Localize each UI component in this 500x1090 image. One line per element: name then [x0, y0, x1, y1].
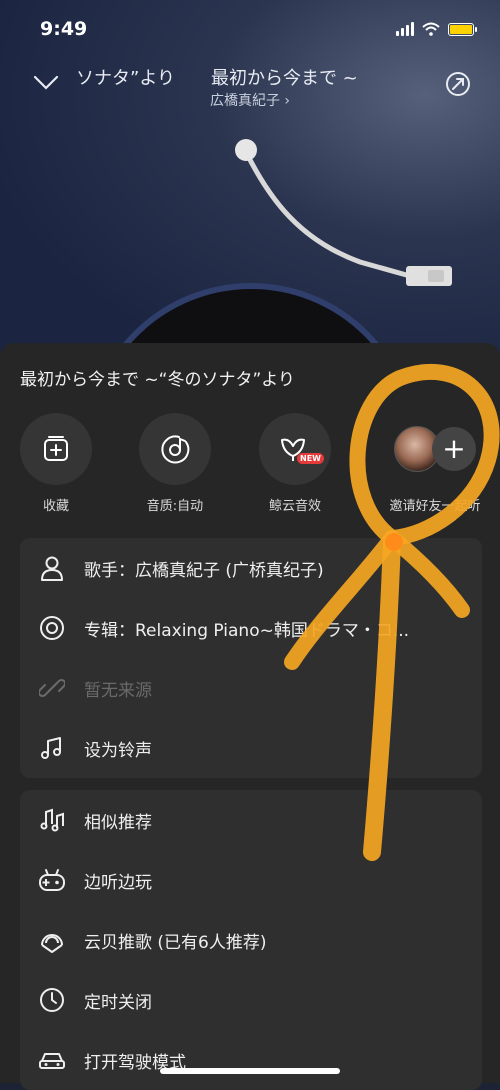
- album-row[interactable]: 专辑：Relaxing Piano~韩国ドラマ・コ...: [20, 598, 482, 658]
- home-indicator[interactable]: [160, 1068, 340, 1074]
- play-game-row[interactable]: 边听边玩: [20, 850, 482, 910]
- sheet-song-title: 最初から今まで ~“冬のソナタ”より: [20, 370, 295, 390]
- add-to-playlist-icon: [44, 436, 68, 461]
- invite-label: 邀请好友一起听: [389, 499, 481, 514]
- collect-button[interactable]: 收藏: [0, 413, 116, 514]
- sleep-timer-row[interactable]: 定时关闭: [20, 970, 482, 1030]
- collect-label: 收藏: [42, 499, 69, 514]
- similar-music-icon: [40, 808, 64, 832]
- cloud-shell-row[interactable]: 云贝推歌 (已有6人推荐): [20, 910, 482, 970]
- new-badge: NEW: [297, 453, 324, 464]
- chevron-down-icon[interactable]: [32, 72, 60, 92]
- source-row: 暂无来源: [20, 658, 482, 718]
- clock-icon: [40, 988, 64, 1012]
- ringtone-icon: [41, 737, 61, 759]
- source-row-label: 暂无来源: [84, 680, 152, 701]
- cloud-shell-row-label: 云贝推歌 (已有6人推荐): [84, 932, 267, 953]
- gamepad-icon: [39, 869, 65, 891]
- sleep-timer-row-label: 定时关闭: [84, 992, 152, 1013]
- signal-icon: [396, 22, 414, 36]
- wifi-icon: [422, 22, 440, 36]
- invite-friend-button[interactable]: + 邀请好友一起听: [365, 413, 500, 514]
- song-title: ソナタ”より 最初から今まで ~: [76, 68, 358, 89]
- album-row-label: 专辑：Relaxing Piano~韩国ドラマ・コ...: [84, 620, 410, 641]
- player-header: ソナタ”より 最初から今まで ~ 広橋真紀子 ›: [0, 62, 500, 112]
- quality-icon: [161, 435, 190, 464]
- ringtone-row[interactable]: 设为铃声: [20, 718, 482, 778]
- album-icon: [40, 616, 64, 640]
- car-icon: [39, 1053, 65, 1069]
- ringtone-row-label: 设为铃声: [84, 740, 152, 761]
- invite-plus-icon: +: [432, 427, 476, 471]
- sound-effect-label: 鲸云音效: [268, 499, 321, 514]
- song-options-sheet: 最初から今まで ~“冬のソナタ”より 收藏 音质:自动 NEW 鲸云音效 + 邀…: [0, 343, 500, 1090]
- sound-effect-button[interactable]: NEW 鲸云音效: [235, 413, 355, 514]
- link-icon: [39, 678, 65, 698]
- quality-button[interactable]: 音质:自动: [115, 413, 235, 514]
- person-icon: [41, 556, 63, 581]
- status-bar: 9:49: [0, 0, 500, 58]
- quality-label: 音质:自动: [146, 499, 204, 514]
- song-info-card: 歌手：広橋真紀子 (广桥真纪子) 专辑：Relaxing Piano~韩国ドラマ…: [20, 538, 482, 778]
- share-icon[interactable]: [444, 70, 472, 98]
- more-options-card: 相似推荐 边听边玩 云贝推歌 (已有6人推荐) 定时关闭 打开驾驶模式: [20, 790, 482, 1090]
- cloud-shell-icon: [41, 934, 63, 953]
- play-game-row-label: 边听边玩: [84, 872, 152, 893]
- status-time: 9:49: [40, 18, 88, 40]
- artist-row[interactable]: 歌手：広橋真紀子 (广桥真纪子): [20, 538, 482, 598]
- artist-row-label: 歌手：広橋真紀子 (广桥真纪子): [84, 560, 324, 581]
- battery-icon: [448, 22, 477, 36]
- artist-link[interactable]: 広橋真紀子 ›: [0, 90, 500, 110]
- similar-row-label: 相似推荐: [84, 812, 152, 833]
- driving-mode-row[interactable]: 打开驾驶模式: [20, 1030, 482, 1090]
- similar-row[interactable]: 相似推荐: [20, 790, 482, 850]
